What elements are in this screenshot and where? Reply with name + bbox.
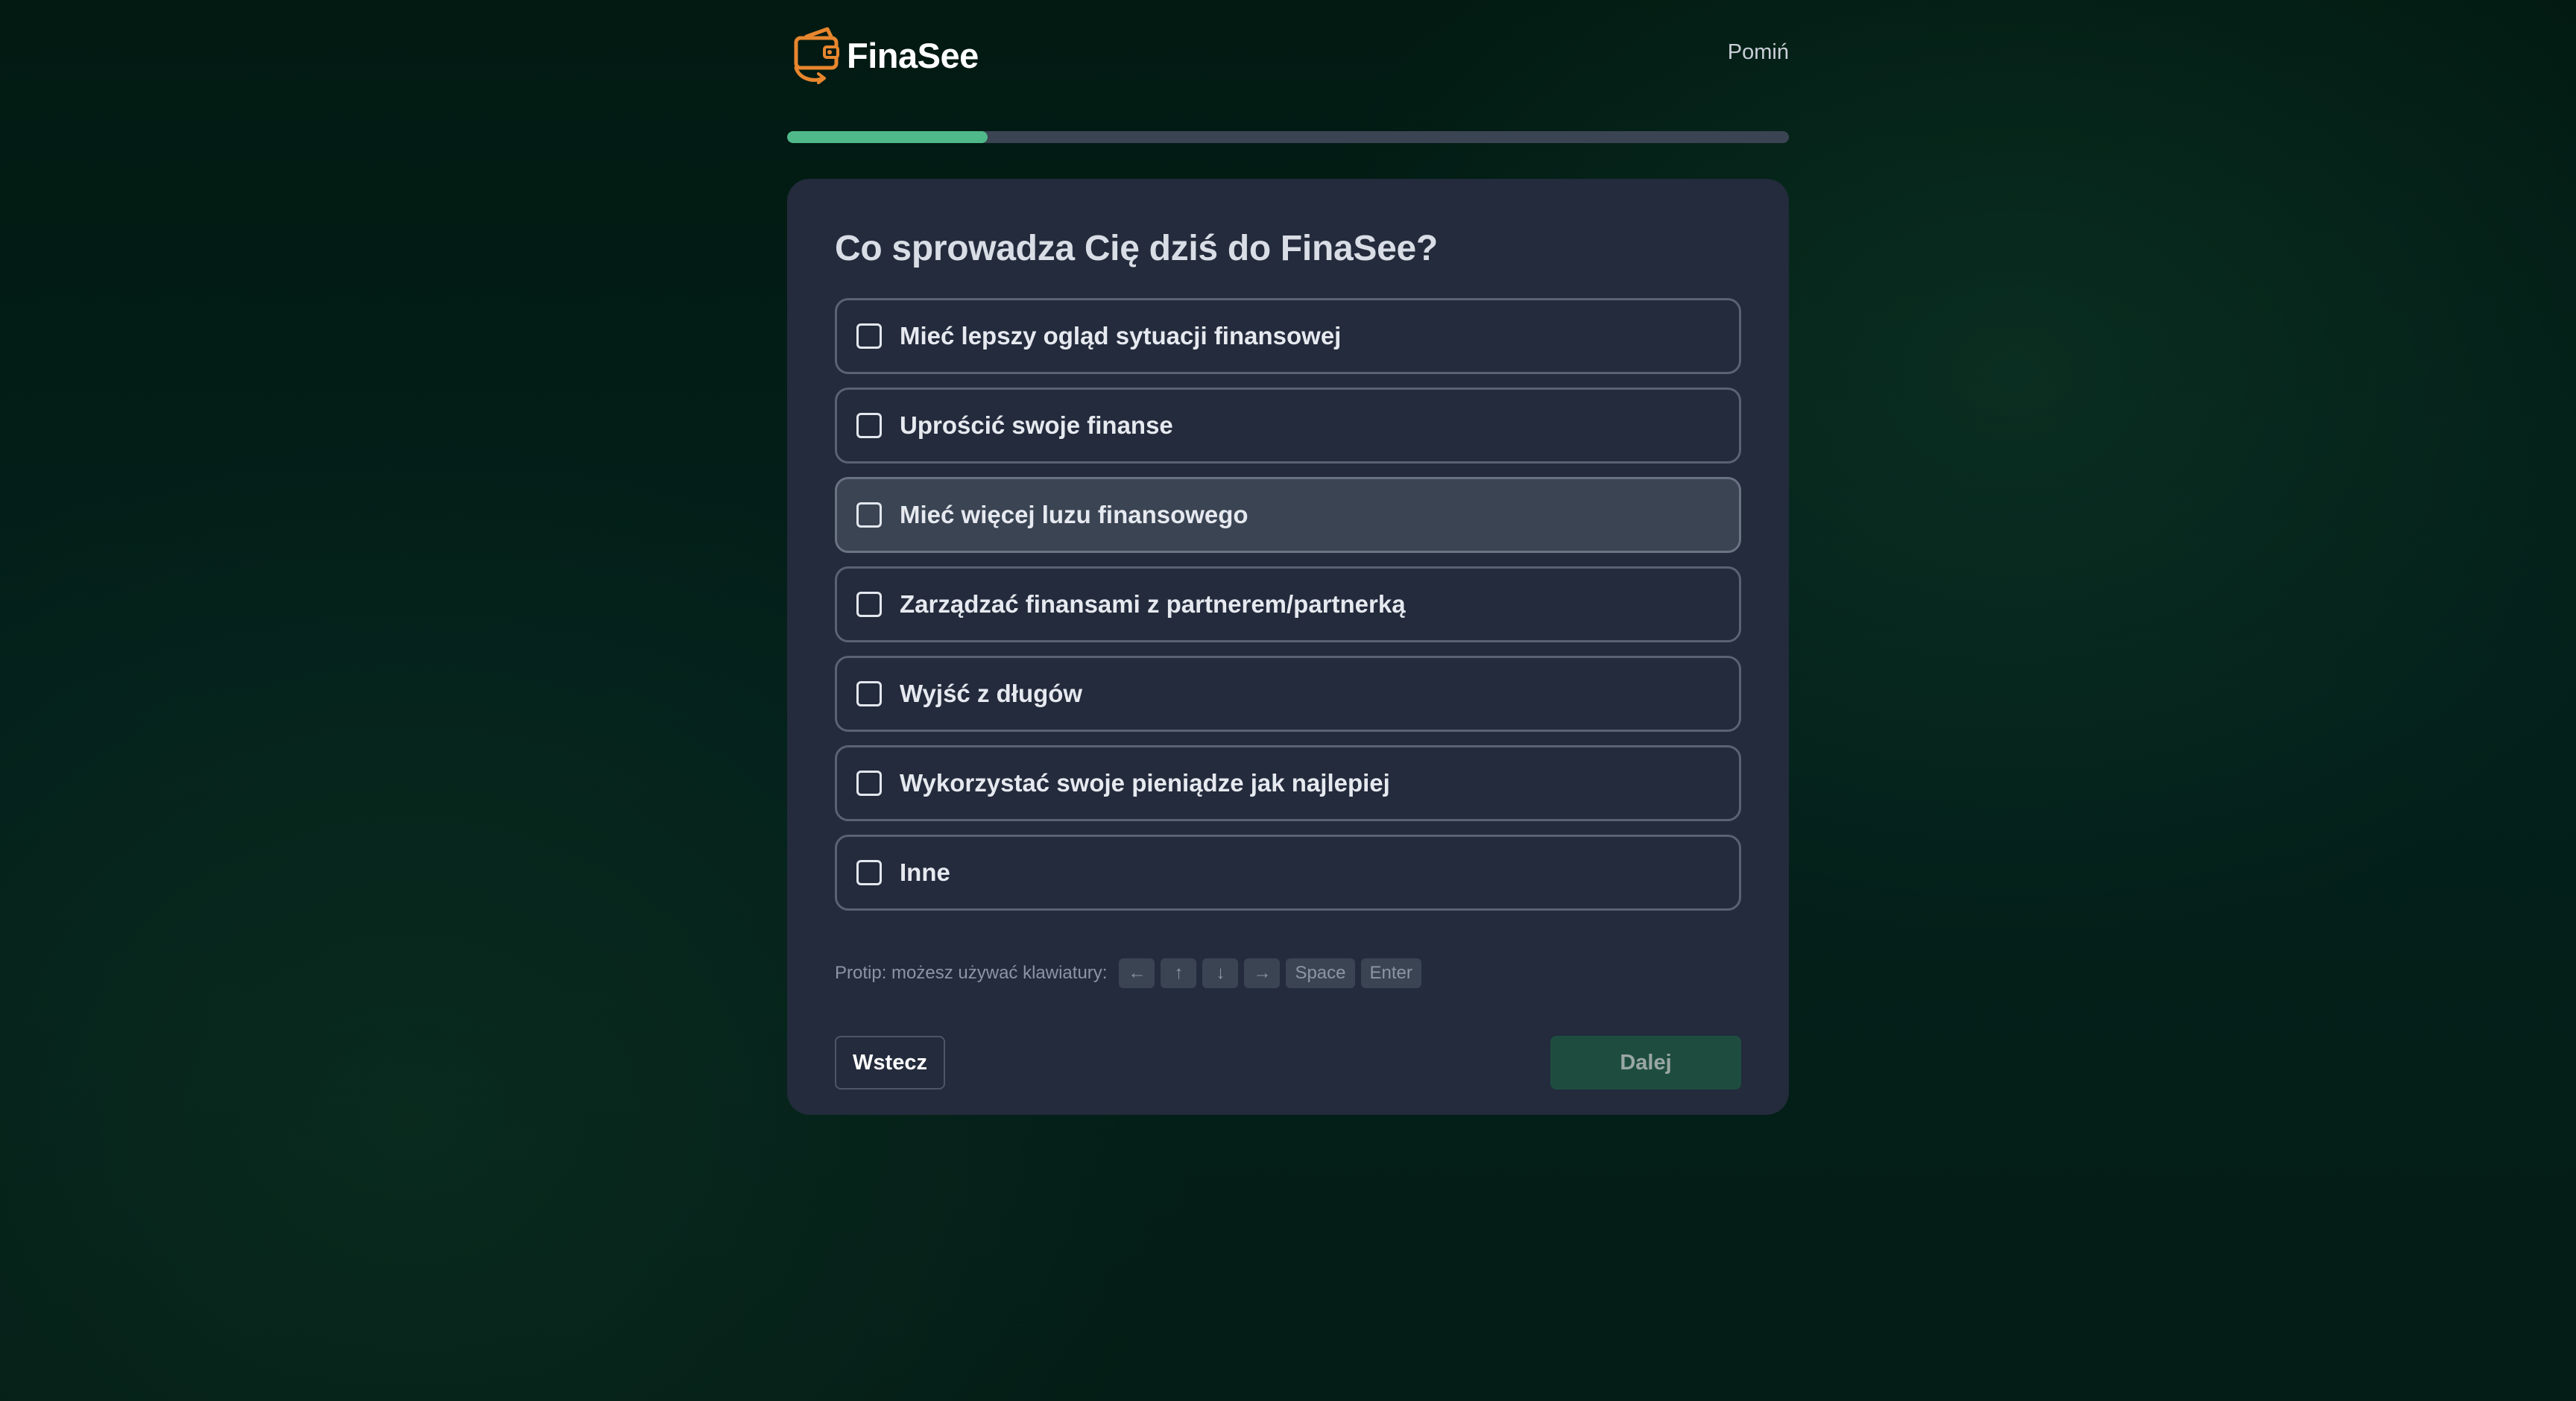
key-space: Space bbox=[1286, 958, 1355, 988]
checkbox[interactable] bbox=[856, 860, 882, 885]
skip-link[interactable]: Pomiń bbox=[1728, 40, 1789, 65]
checkbox[interactable] bbox=[856, 681, 882, 706]
option-more-financial-freedom[interactable]: Mieć więcej luzu finansowego bbox=[835, 477, 1741, 553]
option-label: Mieć więcej luzu finansowego bbox=[900, 501, 1248, 528]
key-right-arrow: → bbox=[1244, 958, 1281, 988]
wallet-refresh-icon bbox=[790, 26, 844, 84]
option-label: Inne bbox=[900, 858, 950, 886]
checkbox[interactable] bbox=[856, 592, 882, 617]
option-label: Wykorzystać swoje pieniądze jak najlepie… bbox=[900, 769, 1390, 797]
option-better-overview[interactable]: Mieć lepszy ogląd sytuacji finansowej bbox=[835, 298, 1741, 374]
key-left-arrow: ← bbox=[1119, 958, 1155, 988]
option-label: Zarządzać finansami z partnerem/partnerk… bbox=[900, 590, 1406, 618]
onboarding-container: FinaSee Pomiń Co sprowadza Cię dziś do F… bbox=[787, 22, 1789, 1115]
key-enter: Enter bbox=[1360, 958, 1421, 988]
checkbox[interactable] bbox=[856, 502, 882, 528]
next-button[interactable]: Dalej bbox=[1550, 1036, 1741, 1090]
option-label: Wyjść z długów bbox=[900, 680, 1083, 707]
back-button[interactable]: Wstecz bbox=[835, 1036, 945, 1090]
brand-logo[interactable]: FinaSee bbox=[790, 25, 979, 85]
option-manage-with-partner[interactable]: Zarządzać finansami z partnerem/partnerk… bbox=[835, 566, 1741, 642]
option-other[interactable]: Inne bbox=[835, 835, 1741, 911]
key-up-arrow: ↑ bbox=[1161, 958, 1197, 988]
top-bar: FinaSee Pomiń bbox=[787, 22, 1789, 85]
protip-text: Protip: możesz używać klawiatury: bbox=[835, 963, 1108, 983]
option-label: Mieć lepszy ogląd sytuacji finansowej bbox=[900, 322, 1342, 350]
option-simplify-finances[interactable]: Uprościć swoje finanse bbox=[835, 388, 1741, 464]
options-list: Mieć lepszy ogląd sytuacji finansowej Up… bbox=[835, 298, 1741, 924]
option-label: Uprościć swoje finanse bbox=[900, 411, 1173, 439]
question-title: Co sprowadza Cię dziś do FinaSee? bbox=[835, 229, 1438, 268]
brand-name: FinaSee bbox=[847, 35, 979, 75]
checkbox[interactable] bbox=[856, 413, 882, 438]
progress-bar bbox=[787, 131, 1789, 143]
progress-bar-fill bbox=[787, 131, 988, 143]
option-get-out-of-debt[interactable]: Wyjść z długów bbox=[835, 656, 1741, 732]
keyboard-protip: Protip: możesz używać klawiatury: ← ↑ ↓ … bbox=[835, 958, 1421, 988]
option-use-money-best[interactable]: Wykorzystać swoje pieniądze jak najlepie… bbox=[835, 745, 1741, 821]
question-card: Co sprowadza Cię dziś do FinaSee? Mieć l… bbox=[787, 179, 1789, 1115]
key-down-arrow: ↓ bbox=[1202, 958, 1239, 988]
checkbox[interactable] bbox=[856, 323, 882, 349]
checkbox[interactable] bbox=[856, 771, 882, 796]
